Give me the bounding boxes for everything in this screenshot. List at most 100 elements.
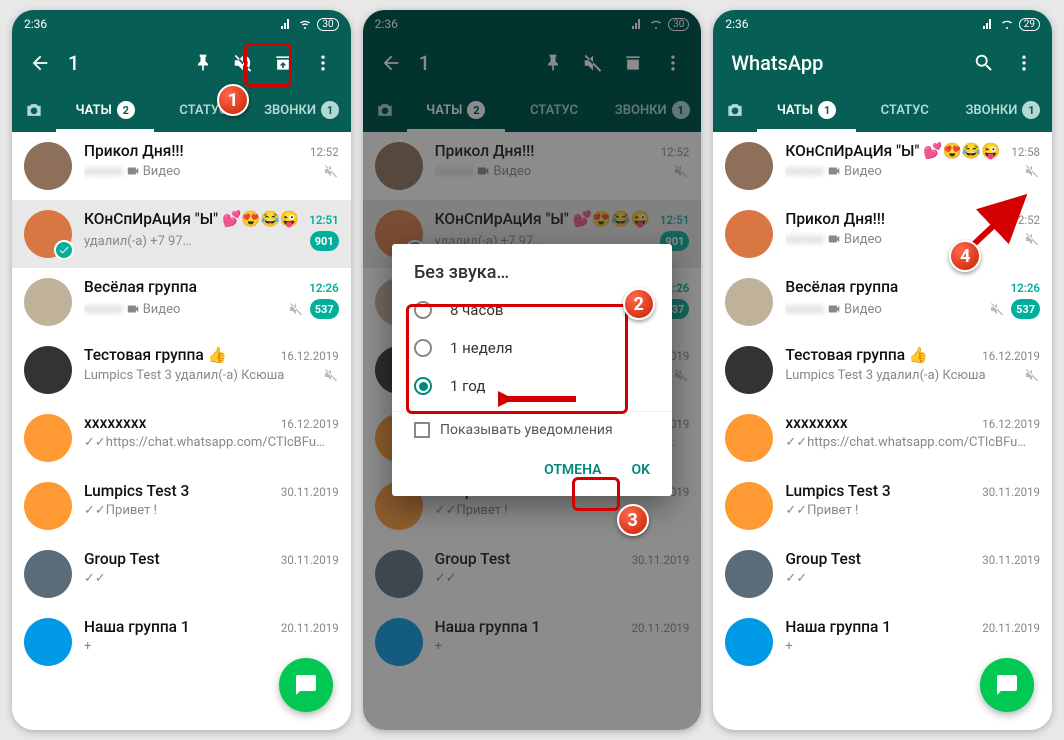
avatar[interactable]: [725, 482, 773, 530]
unread-badge: 537: [1011, 299, 1040, 319]
chat-item[interactable]: Lumpics Test 330.11.2019✓✓Привет !: [713, 472, 1052, 540]
chat-name: Прикол Дня!!!: [785, 210, 885, 228]
chat-item[interactable]: Весёлая группа12:26xxxxxx Видео537: [12, 268, 351, 336]
chat-item[interactable]: xxxxxxxx16.12.2019✓✓https://chat.whatsap…: [713, 404, 1052, 472]
tabs: ЧАТЫ2 СТАТУС ЗВОНКИ1: [12, 88, 351, 132]
chat-name: xxxxxxxx: [84, 414, 146, 432]
chat-name: КОнСпИрАцИя "Ы" 💕😍😂😜: [84, 210, 299, 228]
video-icon: [827, 164, 841, 178]
annotation-2: 2: [623, 288, 655, 320]
search-button[interactable]: [964, 43, 1004, 83]
wifi-icon: [999, 18, 1015, 30]
chat-item[interactable]: Весёлая группа12:26xxxxxx Видео537: [713, 268, 1052, 336]
chat-time: 20.11.2019: [982, 621, 1040, 635]
chat-item[interactable]: xxxxxxxx16.12.2019✓✓https://chat.whatsap…: [12, 404, 351, 472]
video-icon: [827, 232, 841, 246]
chat-name: Наша группа 1: [84, 618, 190, 636]
chat-item[interactable]: КОнСпИрАцИя "Ы" 💕😍😂😜12:51удалил(-а) +7 9…: [12, 200, 351, 268]
avatar[interactable]: [725, 210, 773, 258]
tab-camera[interactable]: [713, 88, 757, 132]
chat-item[interactable]: Тестовая группа 👍16.12.2019Lumpics Test …: [713, 336, 1052, 404]
new-chat-fab[interactable]: [980, 658, 1034, 712]
avatar[interactable]: [725, 618, 773, 666]
unread-badge: 901: [310, 231, 339, 251]
chat-message: ✓✓: [84, 571, 106, 586]
avatar[interactable]: [24, 278, 72, 326]
avatar[interactable]: [725, 278, 773, 326]
chat-message: xxxxxx Видео: [84, 302, 180, 317]
tab-chats[interactable]: ЧАТЫ1: [757, 88, 855, 132]
muted-icon: [989, 301, 1005, 317]
avatar[interactable]: [24, 414, 72, 462]
avatar[interactable]: [24, 346, 72, 394]
chat-name: КОнСпИрАцИя "Ы" 💕😍😂😜: [785, 142, 1000, 160]
new-chat-fab[interactable]: [279, 658, 333, 712]
muted-icon: [323, 367, 339, 383]
dialog-overlay: Без звука… 8 часов 1 неделя 1 год Показы…: [363, 10, 702, 730]
chat-message: Lumpics Test 3 удалил(-а) Ксюша: [84, 368, 284, 383]
chat-time: 12:26: [1011, 281, 1040, 295]
muted-icon: [288, 301, 304, 317]
video-icon: [126, 164, 140, 178]
back-button[interactable]: [20, 43, 60, 83]
pin-button[interactable]: [183, 43, 223, 83]
more-button[interactable]: [1004, 43, 1044, 83]
tab-camera[interactable]: [12, 88, 56, 132]
chat-time: 12:52: [310, 145, 339, 159]
chat-name: Group Test: [785, 550, 861, 568]
chat-message: xxxxxx Видео: [785, 232, 881, 247]
phone-2: 2:36 30 1 ЧАТЫ2 СТАТУС ЗВОНКИ1 Прикол Дн…: [363, 10, 702, 730]
avatar[interactable]: [725, 414, 773, 462]
radio-icon: [414, 339, 432, 357]
chat-item[interactable]: Lumpics Test 330.11.2019✓✓Привет !: [12, 472, 351, 540]
chat-item[interactable]: Group Test30.11.2019✓✓: [12, 540, 351, 608]
annotation-1: 1: [217, 84, 249, 116]
tab-calls[interactable]: ЗВОНКИ1: [252, 88, 350, 132]
more-button[interactable]: [303, 43, 343, 83]
chat-name: Прикол Дня!!!: [84, 142, 184, 160]
radio-1week[interactable]: 1 неделя: [392, 329, 672, 367]
avatar[interactable]: [24, 142, 72, 190]
avatar[interactable]: [24, 618, 72, 666]
mute-button[interactable]: [223, 43, 263, 83]
avatar[interactable]: [24, 550, 72, 598]
muted-icon: [323, 163, 339, 179]
radio-icon: [414, 377, 432, 395]
chat-time: 30.11.2019: [281, 553, 339, 567]
chat-message: xxxxxx Видео: [785, 164, 881, 179]
main-header: WhatsApp ЧАТЫ1 СТАТУС ЗВОНКИ1: [713, 38, 1052, 132]
chat-item[interactable]: Прикол Дня!!! 12:52 xxxxxx Видео: [12, 132, 351, 200]
phone-3: 2:36 29 WhatsApp ЧАТЫ1 СТАТУС ЗВОНКИ1 КО…: [713, 10, 1052, 730]
avatar[interactable]: [725, 346, 773, 394]
cancel-button[interactable]: ОТМЕНА: [532, 454, 613, 486]
avatar[interactable]: [24, 482, 72, 530]
show-notifications-checkbox[interactable]: Показывать уведомления: [392, 411, 672, 448]
status-icons: 30: [279, 18, 338, 31]
chat-message: xxxxxx Видео: [84, 164, 180, 179]
radio-icon: [414, 301, 432, 319]
tab-calls[interactable]: ЗВОНКИ1: [954, 88, 1052, 132]
chat-time: 16.12.2019: [281, 417, 339, 431]
tab-status[interactable]: СТАТУС: [856, 88, 954, 132]
avatar[interactable]: [725, 142, 773, 190]
chat-message: ✓✓https://chat.whatsapp.com/CTlcBFu…: [785, 435, 1026, 450]
chat-message: +: [785, 639, 792, 654]
chat-name: Наша группа 1: [785, 618, 891, 636]
chat-name: Тестовая группа 👍: [785, 346, 928, 364]
chat-message: Lumpics Test 3 удалил(-а) Ксюша: [785, 368, 985, 383]
chat-name: Весёлая группа: [785, 278, 898, 296]
archive-button[interactable]: [263, 43, 303, 83]
chat-list[interactable]: Прикол Дня!!! 12:52 xxxxxx Видео КОнСпИрАцИ…: [12, 132, 351, 680]
chat-time: 16.12.2019: [281, 349, 339, 363]
chat-item[interactable]: Тестовая группа 👍16.12.2019Lumpics Test …: [12, 336, 351, 404]
avatar[interactable]: [725, 550, 773, 598]
chat-time: 30.11.2019: [982, 553, 1040, 567]
chat-message: ✓✓: [785, 571, 807, 586]
arrow-icon: [968, 190, 1038, 250]
dialog-title: Без звука…: [392, 262, 672, 291]
chat-name: Lumpics Test 3: [84, 482, 189, 500]
chat-item[interactable]: Group Test 30.11.2019 ✓✓: [713, 540, 1052, 608]
tab-chats[interactable]: ЧАТЫ2: [56, 88, 154, 132]
ok-button[interactable]: OK: [619, 454, 662, 486]
chats-badge: 2: [117, 101, 135, 119]
